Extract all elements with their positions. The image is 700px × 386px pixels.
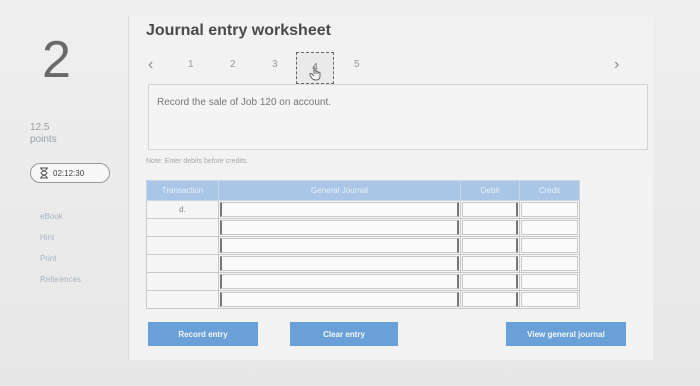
hand-cursor-icon	[309, 66, 321, 81]
credit-input[interactable]	[521, 238, 578, 253]
timer-value: 02:12:30	[53, 168, 85, 178]
transaction-cell	[146, 218, 219, 237]
credit-cell	[519, 272, 580, 291]
debit-input[interactable]	[462, 238, 518, 253]
worksheet-title: Journal entry worksheet	[146, 22, 331, 39]
credit-cell	[519, 236, 580, 255]
chevron-right-icon[interactable]: ›	[614, 56, 619, 74]
header-credit: Credit	[519, 180, 580, 201]
credit-input[interactable]	[521, 256, 578, 271]
debit-input[interactable]	[462, 292, 518, 307]
account-cell	[218, 254, 461, 273]
table-row	[146, 236, 580, 255]
table-row	[146, 290, 580, 309]
references-link[interactable]: References	[40, 275, 81, 284]
step-5[interactable]: 5	[354, 59, 360, 70]
points-label: points	[30, 134, 57, 145]
account-cell	[218, 290, 461, 309]
journal-table: Transaction General Journal Debit Credit…	[146, 180, 580, 309]
credit-cell	[519, 254, 580, 273]
timer: 02:12:30	[30, 163, 110, 183]
chevron-left-icon[interactable]: ‹	[148, 56, 153, 74]
points-display: 12.5 points	[30, 122, 57, 146]
credit-cell	[519, 218, 580, 237]
clear-entry-button[interactable]: Clear entry	[290, 322, 398, 346]
debit-cell	[460, 290, 520, 309]
debit-cell	[460, 254, 520, 273]
transaction-cell	[146, 236, 219, 255]
debit-input[interactable]	[462, 202, 518, 217]
transaction-cell: d.	[146, 200, 219, 219]
view-general-journal-button[interactable]: View general journal	[506, 322, 626, 346]
account-select[interactable]	[220, 292, 459, 307]
account-cell	[218, 218, 461, 237]
account-cell	[218, 272, 461, 291]
transaction-cell	[146, 254, 219, 273]
prompt-text: Record the sale of Job 120 on account.	[157, 97, 332, 108]
note-text: Note: Enter debits before credits.	[146, 158, 249, 165]
account-select[interactable]	[220, 256, 459, 271]
table-row	[146, 272, 580, 291]
header-transaction: Transaction	[146, 180, 219, 201]
points-value: 12.5	[30, 122, 50, 133]
credit-input[interactable]	[521, 274, 578, 289]
debit-input[interactable]	[462, 220, 518, 235]
header-debit: Debit	[460, 180, 520, 201]
record-entry-button[interactable]: Record entry	[148, 322, 258, 346]
credit-cell	[519, 290, 580, 309]
credit-input[interactable]	[521, 202, 578, 217]
transaction-cell	[146, 272, 219, 291]
hourglass-icon	[40, 167, 48, 179]
side-links: eBook Hint Print References	[40, 212, 81, 284]
step-1[interactable]: 1	[188, 59, 194, 70]
hint-link[interactable]: Hint	[40, 233, 81, 242]
credit-input[interactable]	[521, 220, 578, 235]
step-3[interactable]: 3	[272, 59, 278, 70]
ebook-link[interactable]: eBook	[40, 212, 81, 221]
table-row	[146, 254, 580, 273]
account-cell	[218, 200, 461, 219]
account-cell	[218, 236, 461, 255]
credit-input[interactable]	[521, 292, 578, 307]
account-select[interactable]	[220, 274, 459, 289]
transaction-cell	[146, 290, 219, 309]
debit-cell	[460, 200, 520, 219]
debit-input[interactable]	[462, 274, 518, 289]
page: 2 12.5 points 02:12:30 eBook Hint Print …	[0, 0, 700, 386]
journal-header-row: Transaction General Journal Debit Credit	[146, 180, 580, 201]
account-select[interactable]	[220, 238, 459, 253]
step-navigator: ‹ 1 2 3 4 5 ›	[142, 50, 642, 84]
table-row	[146, 218, 580, 237]
step-4-active[interactable]: 4	[296, 52, 334, 84]
header-general-journal: General Journal	[218, 180, 461, 201]
step-2[interactable]: 2	[230, 59, 236, 70]
table-row: d.	[146, 200, 580, 219]
question-number: 2	[42, 31, 71, 89]
prompt-box: Record the sale of Job 120 on account.	[148, 84, 648, 150]
account-select[interactable]	[220, 220, 459, 235]
print-link[interactable]: Print	[40, 254, 81, 263]
debit-cell	[460, 218, 520, 237]
debit-cell	[460, 236, 520, 255]
credit-cell	[519, 200, 580, 219]
debit-cell	[460, 272, 520, 291]
debit-input[interactable]	[462, 256, 518, 271]
account-select[interactable]	[220, 202, 459, 217]
